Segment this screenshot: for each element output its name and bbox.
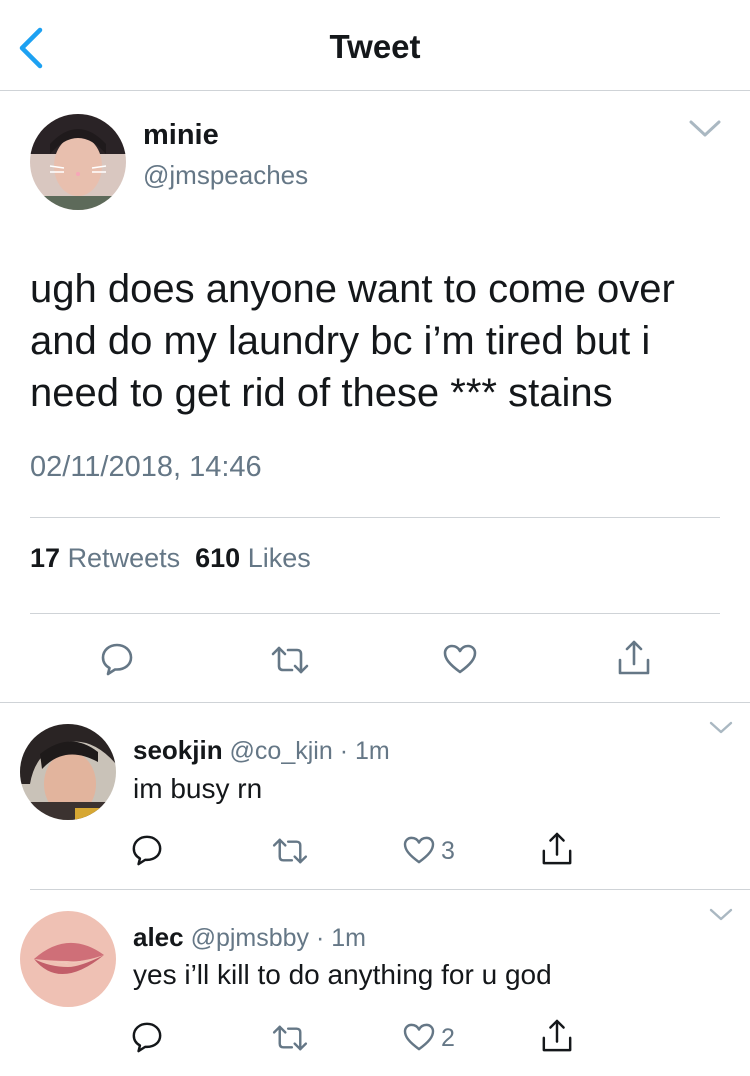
like-count: 3	[441, 837, 455, 865]
retweet-button[interactable]	[271, 837, 309, 870]
reply-time: 1m	[331, 924, 367, 952]
tweet-stats: 17 Retweets 610 Likes	[30, 543, 311, 574]
divider	[30, 517, 720, 518]
reply-button[interactable]	[131, 834, 163, 871]
like-button[interactable]	[403, 836, 435, 869]
reply-button[interactable]	[131, 1021, 163, 1058]
reply-avatar[interactable]	[20, 724, 116, 820]
likes-label: Likes	[247, 543, 311, 573]
reply-icon	[132, 1022, 162, 1053]
separator-dot: ·	[339, 737, 349, 765]
reply-icon	[132, 835, 162, 866]
top-navigation-bar: Tweet	[0, 0, 750, 91]
share-button[interactable]	[541, 1019, 573, 1058]
like-count: 2	[441, 1024, 455, 1052]
divider	[30, 613, 720, 614]
retweets-count: 17	[30, 543, 61, 573]
retweet-button[interactable]	[270, 645, 310, 680]
reply-time: 1m	[354, 737, 390, 765]
tweet-timestamp: 02/11/2018, 14:46	[30, 451, 262, 483]
like-icon	[443, 644, 477, 674]
share-icon	[542, 832, 572, 865]
share-button[interactable]	[617, 640, 651, 681]
share-button[interactable]	[541, 832, 573, 871]
reply-menu-button[interactable]	[708, 907, 734, 923]
retweets-stat[interactable]: 17 Retweets	[30, 543, 180, 573]
retweets-label: Retweets	[67, 543, 181, 573]
reply-author-handle[interactable]: @pjmsbby	[191, 924, 309, 952]
reply-text: im busy rn	[133, 773, 263, 804]
tweet-text: ugh does anyone want to come over and do…	[30, 267, 675, 415]
author-name[interactable]: minie	[143, 119, 219, 152]
reply-author-handle[interactable]: @co_kjin	[230, 737, 333, 765]
reply-text: yes i’ll kill to do anything for u god	[133, 959, 552, 990]
retweet-icon	[271, 646, 309, 674]
reply-author-name[interactable]: seokjin	[133, 735, 223, 765]
reply-header: alec @pjmsbby · 1m	[133, 922, 366, 953]
divider	[0, 702, 750, 703]
reply-header: seokjin @co_kjin · 1m	[133, 735, 390, 766]
reply-menu-button[interactable]	[708, 720, 734, 736]
like-button[interactable]	[403, 1023, 435, 1056]
reply-button[interactable]	[100, 642, 134, 681]
chevron-down-icon	[709, 721, 733, 734]
like-button[interactable]	[443, 644, 477, 679]
retweet-button[interactable]	[271, 1024, 309, 1057]
page-title: Tweet	[329, 28, 421, 65]
divider	[30, 889, 750, 890]
retweet-icon	[272, 838, 308, 864]
author-avatar[interactable]	[30, 114, 126, 210]
share-icon	[542, 1019, 572, 1052]
share-icon	[618, 640, 650, 675]
chevron-down-icon	[689, 120, 721, 137]
reply-icon	[101, 643, 133, 676]
likes-stat[interactable]: 610 Likes	[195, 543, 311, 573]
retweet-icon	[272, 1025, 308, 1051]
chevron-down-icon	[709, 908, 733, 921]
like-icon	[403, 836, 435, 864]
like-icon	[403, 1023, 435, 1051]
reply-author-name[interactable]: alec	[133, 922, 184, 952]
likes-count: 610	[195, 543, 241, 573]
reply-avatar[interactable]	[20, 911, 116, 1007]
separator-dot: ·	[316, 924, 325, 952]
tweet-menu-button[interactable]	[688, 118, 722, 140]
author-handle[interactable]: @jmspeaches	[143, 160, 308, 191]
